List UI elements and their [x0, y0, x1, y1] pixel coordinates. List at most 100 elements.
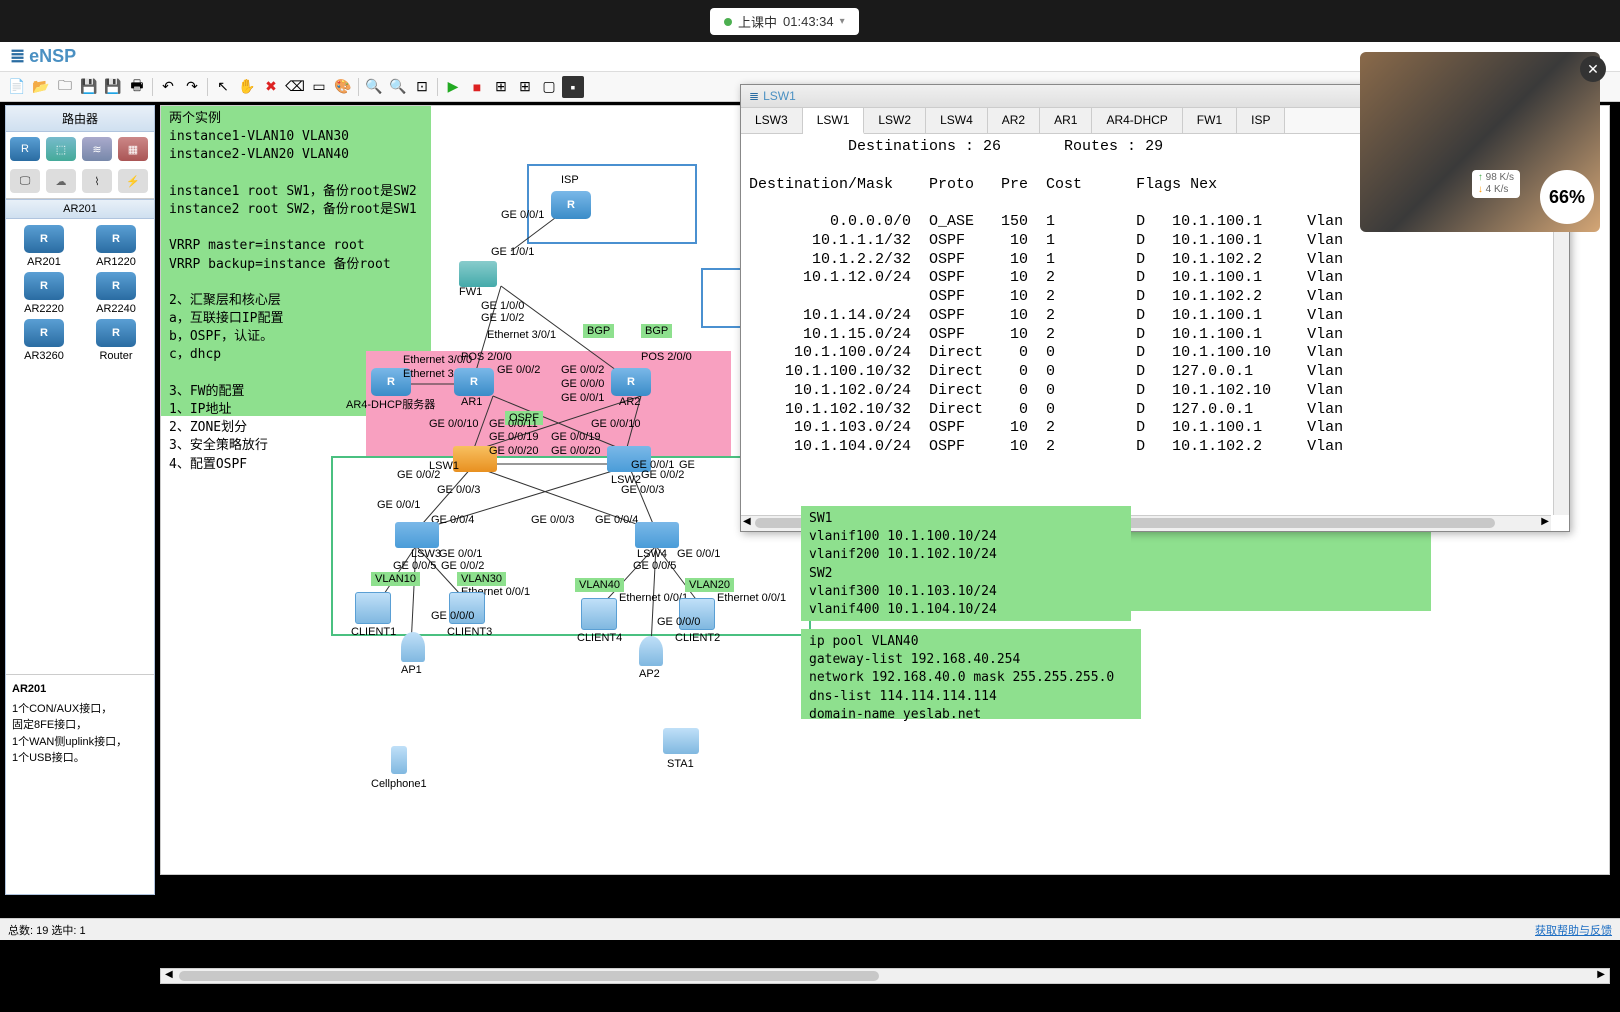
port-isp: GE 0/0/1	[501, 209, 544, 221]
device-ar3260[interactable]: RAR3260	[14, 319, 74, 362]
node-ap2[interactable]	[639, 636, 663, 666]
link-icon[interactable]: ⊞	[514, 76, 536, 98]
link-category-icon[interactable]: ⌇	[82, 168, 112, 194]
note-icon[interactable]: ▭	[308, 76, 330, 98]
redo-icon[interactable]: ↷	[181, 76, 203, 98]
undo-icon[interactable]: ↶	[157, 76, 179, 98]
start-icon[interactable]: ▶	[442, 76, 464, 98]
cli-icon[interactable]: ▪	[562, 76, 584, 98]
window-icon[interactable]: ▢	[538, 76, 560, 98]
node-ap1[interactable]	[401, 632, 425, 662]
device-ar201[interactable]: RAR201	[14, 225, 74, 268]
palette-icon[interactable]: 🎨	[332, 76, 354, 98]
label-ap1: AP1	[401, 664, 422, 676]
label-client3: CLIENT3	[447, 626, 492, 638]
switch-category-icon[interactable]: ⬚	[46, 136, 76, 162]
label-client2: CLIENT2	[675, 632, 720, 644]
zoom-out-icon[interactable]: 🔍	[387, 76, 409, 98]
tab-ar4[interactable]: AR4-DHCP	[1092, 108, 1182, 133]
device-ar1220[interactable]: RAR1220	[86, 225, 146, 268]
erase-icon[interactable]: ⌫	[284, 76, 306, 98]
node-ar2[interactable]: R	[611, 368, 651, 396]
port-lsw1-11: GE 0/0/11	[489, 418, 538, 430]
network-stats: ↑ 98 K/s ↓ 4 K/s	[1472, 170, 1520, 198]
fw-category-icon[interactable]: ▦	[118, 136, 148, 162]
vlan20-label: VLAN20	[685, 578, 734, 592]
folder-icon[interactable]: 🗀	[54, 76, 76, 98]
port-lsw4-0004: GE 0/0/4	[595, 514, 638, 526]
port-lsw1-0001: GE 0/0/1	[377, 499, 420, 511]
label-lsw3: LSW3	[411, 548, 441, 560]
cloud-category-icon[interactable]: ☁	[46, 168, 76, 194]
save-as-icon[interactable]: 💾	[102, 76, 124, 98]
new-icon[interactable]: 📄	[6, 76, 28, 98]
node-lsw3[interactable]	[395, 522, 439, 548]
device-grid: RAR201 RAR1220 RAR2220 RAR2240 RAR3260 R…	[6, 219, 154, 368]
scroll-thumb[interactable]	[179, 971, 879, 981]
device-ar2240[interactable]: RAR2240	[86, 272, 146, 315]
port-ap2-ge000: GE 0/0/0	[657, 616, 700, 628]
port-ar2-0001: GE 0/0/1	[561, 392, 604, 404]
router-category-icon[interactable]: R	[10, 136, 40, 162]
vlan40-label: VLAN40	[575, 578, 624, 592]
node-ar1[interactable]: R	[454, 368, 494, 396]
stop-icon[interactable]: ■	[466, 76, 488, 98]
pc-category-icon[interactable]: 🖵	[10, 168, 40, 194]
node-fw1[interactable]	[459, 261, 497, 287]
sw-vlan-note-front[interactable]: SW1 vlanif100 10.1.100.10/24 vlanif200 1…	[801, 506, 1131, 621]
pointer-icon[interactable]: ↖	[212, 76, 234, 98]
tab-ar2[interactable]: AR2	[988, 108, 1040, 133]
tab-lsw2[interactable]: LSW2	[864, 108, 926, 133]
port-ar2-0000: GE 0/0/0	[561, 378, 604, 390]
device-ar2220[interactable]: RAR2220	[14, 272, 74, 315]
port-ar2-0002: GE 0/0/2	[561, 364, 604, 376]
chevron-down-icon: ▾	[840, 16, 845, 27]
node-cellphone[interactable]	[391, 746, 407, 774]
port-fw-101: GE 1/0/1	[491, 246, 534, 258]
tab-lsw3[interactable]: LSW3	[741, 108, 803, 133]
fit-icon[interactable]: ⊡	[411, 76, 433, 98]
device-category-palette: R ⬚ ≋ ▦ 🖵 ☁ ⌇ ⚡	[6, 132, 154, 199]
help-link[interactable]: 获取帮助与反馈	[1535, 922, 1612, 938]
port-ar1-pos: POS 2/0/0	[461, 351, 512, 363]
app-logo: ≣eNSP	[10, 46, 76, 67]
canvas-scrollbar-h[interactable]: ◀ ▶	[160, 968, 1610, 984]
vlan10-label: VLAN10	[371, 572, 420, 586]
status-text: 上课中	[738, 12, 777, 31]
open-icon[interactable]: 📂	[30, 76, 52, 98]
node-client4[interactable]	[581, 598, 617, 630]
ippool-note[interactable]: ip pool VLAN40 gateway-list 192.168.40.2…	[801, 629, 1141, 719]
close-icon[interactable]: ✕	[1580, 56, 1606, 82]
port-lsw4-0001r: GE 0/0/1	[677, 548, 720, 560]
label-client1: CLIENT1	[351, 626, 396, 638]
tab-isp[interactable]: ISP	[1237, 108, 1285, 133]
hand-icon[interactable]: ✋	[236, 76, 258, 98]
node-client1[interactable]	[355, 592, 391, 624]
delete-icon[interactable]: ✖	[260, 76, 282, 98]
tab-lsw1[interactable]: LSW1	[803, 108, 865, 134]
device-router[interactable]: RRouter	[86, 319, 146, 362]
tab-ar1[interactable]: AR1	[1040, 108, 1092, 133]
node-isp[interactable]: R	[551, 191, 591, 219]
label-ar2: AR2	[619, 396, 640, 408]
device-info-panel: AR201 1个CON/AUX接口， 固定8FE接口， 1个WAN侧uplink…	[6, 674, 154, 894]
label-client4: CLIENT4	[577, 632, 622, 644]
tab-lsw4[interactable]: LSW4	[926, 108, 988, 133]
port-fw-102: GE 1/0/2	[481, 312, 524, 324]
node-lsw4[interactable]	[635, 522, 679, 548]
node-sta1[interactable]	[663, 728, 699, 754]
print-icon[interactable]: 🖶	[126, 76, 148, 98]
save-icon[interactable]: 💾	[78, 76, 100, 98]
zoom-in-icon[interactable]: 🔍	[363, 76, 385, 98]
session-status-pill[interactable]: 上课中 01:43:34 ▾	[710, 8, 859, 35]
other-category-icon[interactable]: ⚡	[118, 168, 148, 194]
tab-fw1[interactable]: FW1	[1183, 108, 1237, 133]
label-ar1: AR1	[461, 396, 482, 408]
percent-badge: 66%	[1540, 170, 1594, 224]
capture-icon[interactable]: ⊞	[490, 76, 512, 98]
vlan30-label: VLAN30	[457, 572, 506, 586]
wlan-category-icon[interactable]: ≋	[82, 136, 112, 162]
label-ar4: AR4-DHCP服务器	[346, 396, 435, 412]
port-ar1-0002: GE 0/0/2	[497, 364, 540, 376]
status-counts: 总数: 19 选中: 1	[8, 922, 86, 938]
